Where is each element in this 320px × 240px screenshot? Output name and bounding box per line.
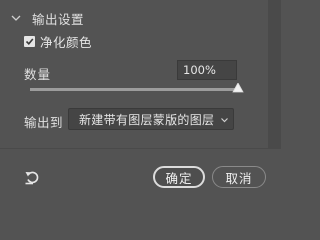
amount-slider-fill xyxy=(30,88,235,91)
output-settings-panel: 输出设置 净化颜色 数量 100% 输出到 新建带有图层蒙版的图层 确定 取消 xyxy=(0,0,281,207)
ok-button[interactable]: 确定 xyxy=(153,166,205,188)
decontaminate-colors-option[interactable]: 净化颜色 xyxy=(24,33,93,50)
output-to-label: 输出到 xyxy=(24,115,64,130)
decontaminate-colors-checkbox[interactable] xyxy=(24,35,35,47)
amount-input[interactable]: 100% xyxy=(177,60,237,80)
amount-label: 数量 xyxy=(24,67,52,82)
amount-slider-thumb[interactable] xyxy=(232,83,244,93)
output-to-select[interactable]: 新建带有图层蒙版的图层 xyxy=(68,108,234,130)
chevron-down-icon[interactable] xyxy=(9,11,23,25)
amount-slider-track[interactable] xyxy=(30,88,240,91)
decontaminate-colors-label: 净化颜色 xyxy=(40,34,93,50)
chevron-down-icon xyxy=(221,118,228,123)
checkmark-icon xyxy=(25,37,34,45)
reset-icon[interactable] xyxy=(24,169,40,185)
cancel-button[interactable]: 取消 xyxy=(212,166,266,188)
output-to-value: 新建带有图层蒙版的图层 xyxy=(79,112,215,127)
section-header[interactable]: 输出设置 xyxy=(9,9,84,27)
scrollbar[interactable] xyxy=(268,0,281,148)
divider xyxy=(0,148,281,149)
section-title: 输出设置 xyxy=(32,11,85,27)
